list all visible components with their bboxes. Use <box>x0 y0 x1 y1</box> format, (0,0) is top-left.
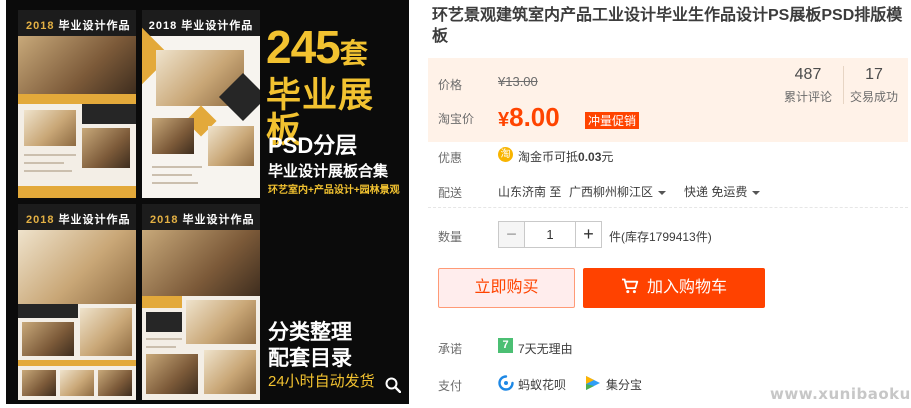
taobao-coin-icon: 淘 <box>498 147 513 162</box>
sales-count: 17 <box>865 66 883 83</box>
decrement-button[interactable]: − <box>498 221 525 248</box>
delivery-label: 配送 <box>438 186 463 200</box>
payment-option-huabei[interactable]: 蚂蚁花呗 <box>518 376 566 393</box>
product-title: 环艺景观建筑室内产品工业设计毕业生作品设计PS展板PSD排版模板 <box>432 7 903 45</box>
promise-label: 承诺 <box>438 342 463 356</box>
sales-stat[interactable]: 17 交易成功 <box>847 66 901 105</box>
stock-text: 件(库存1799413件) <box>609 230 712 244</box>
quantity-input[interactable] <box>525 221 575 248</box>
promo-badge: 冲量促销 <box>585 112 640 129</box>
product-detail-page: 2018 毕业设计作品 2018 毕业设计作品 2018 毕业设计作品 2018… <box>0 0 911 408</box>
promo-sort-line2: 配套目录 <box>268 347 352 370</box>
coin-discount-text: 淘金币可抵0.03元 <box>518 150 614 164</box>
promo-price-label: 淘宝价 <box>438 112 475 126</box>
quantity-label: 数量 <box>438 230 463 244</box>
promo-psd-label: PSD分层 <box>268 133 358 158</box>
cart-icon <box>621 278 639 294</box>
zoom-icon[interactable] <box>385 377 402 394</box>
site-watermark: www.xunibaoku.com <box>770 385 911 403</box>
increment-button[interactable]: + <box>575 221 602 248</box>
review-count: 487 <box>794 66 822 83</box>
original-price: ¥13.00 <box>498 74 538 89</box>
chevron-down-icon <box>658 190 667 195</box>
quantity-stepper: − + <box>498 221 602 248</box>
review-label: 累计评论 <box>783 90 832 104</box>
promise-link[interactable]: 7天无理由 <box>518 340 573 357</box>
chevron-down-icon <box>752 190 761 195</box>
poster-thumbnail: 2018 毕业设计作品 <box>18 10 136 198</box>
add-to-cart-button[interactable]: 加入购物车 <box>583 268 765 308</box>
promo-categories: 环艺室内+产品设计+园林景观 <box>268 185 400 196</box>
review-stat[interactable]: 487 累计评论 <box>780 66 836 105</box>
poster-heading: 2018 毕业设计作品 <box>18 204 136 230</box>
poster-heading: 2018 毕业设计作品 <box>142 10 260 36</box>
discount-label: 优惠 <box>438 151 463 165</box>
huabei-icon <box>498 375 514 391</box>
price-label: 价格 <box>438 78 463 92</box>
delivery-origin: 山东济南 至 <box>498 185 562 199</box>
promo-shipping: 24小时自动发货 <box>268 373 375 390</box>
poster-thumbnail: 2018 毕业设计作品 <box>18 204 136 400</box>
buy-now-button[interactable]: 立即购买 <box>438 268 575 308</box>
seven-day-icon: 7 <box>498 338 513 353</box>
jifenbao-icon <box>585 375 601 391</box>
payment-label: 支付 <box>438 379 463 393</box>
poster-heading: 2018 毕业设计作品 <box>142 204 260 230</box>
promo-count: 245套 <box>266 21 368 73</box>
destination-select[interactable]: 广西柳州柳江区 <box>569 183 667 200</box>
stat-divider <box>843 66 844 104</box>
poster-thumbnail: 2018 毕业设计作品 <box>142 10 260 198</box>
add-to-cart-label: 加入购物车 <box>646 279 727 296</box>
poster-thumbnail: 2018 毕业设计作品 <box>142 204 260 400</box>
product-main-image[interactable]: 2018 毕业设计作品 2018 毕业设计作品 2018 毕业设计作品 2018… <box>6 0 409 404</box>
divider <box>428 207 908 208</box>
promo-combo-label: 毕业设计展板合集 <box>268 163 389 180</box>
shipping-method-select[interactable]: 快递 免运费 <box>684 183 761 200</box>
promo-price: ¥8.00 <box>498 102 560 132</box>
payment-option-jifenbao[interactable]: 集分宝 <box>606 376 642 393</box>
sales-label: 交易成功 <box>849 90 898 104</box>
poster-heading: 2018 毕业设计作品 <box>18 10 136 36</box>
